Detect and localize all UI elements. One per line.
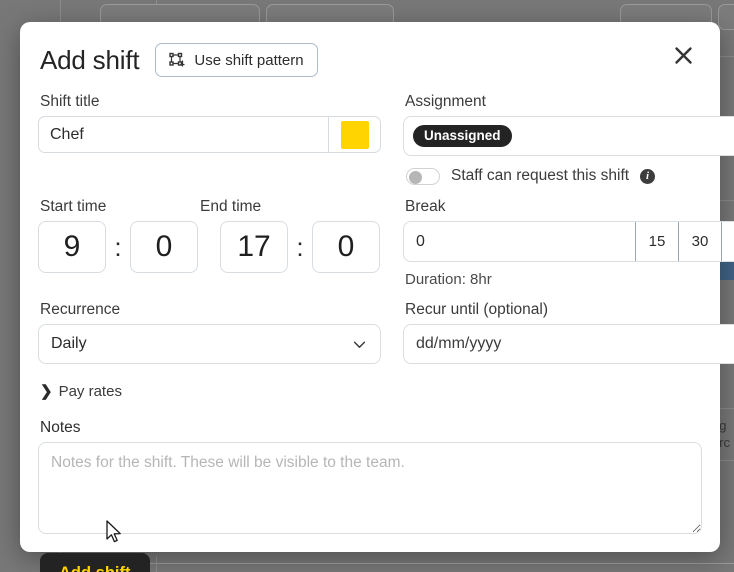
break-preset-60[interactable]: 60 (721, 222, 734, 261)
break-meta-row: Duration: 8hr Sub break: 8hr (403, 271, 734, 288)
toggle-knob (409, 171, 422, 184)
add-shift-dialog: Add shift Use shift pattern (20, 22, 720, 552)
duration-text: Duration: 8hr (405, 271, 492, 288)
form-grid: Shift title Assignment Unassigned (38, 80, 702, 401)
assignment-select[interactable]: Unassigned (403, 116, 734, 156)
pay-rates-toggle[interactable]: ❯ Pay rates (38, 382, 122, 400)
end-minute-box[interactable] (312, 221, 380, 273)
close-button[interactable] (664, 38, 702, 76)
end-hour-box[interactable] (220, 221, 288, 273)
shift-title-group: Shift title (38, 80, 381, 185)
chevron-down-icon (351, 336, 368, 353)
add-shift-button[interactable]: Add shift (40, 553, 150, 572)
recurrence-value: Daily (51, 335, 87, 353)
end-time-label: End time (200, 198, 261, 216)
recur-until-group: Recur until (optional) dd/mm/yyyy (403, 288, 734, 401)
use-shift-pattern-button[interactable]: Use shift pattern (155, 43, 317, 77)
shift-pattern-icon (169, 52, 186, 69)
recurrence-select[interactable]: Daily (38, 324, 381, 364)
recur-until-field[interactable]: dd/mm/yyyy (403, 324, 734, 364)
recurrence-label: Recurrence (40, 301, 381, 319)
use-shift-pattern-label: Use shift pattern (194, 52, 303, 69)
end-time-separator: : (288, 232, 312, 263)
dialog-header: Add shift Use shift pattern (38, 40, 702, 80)
info-icon[interactable]: i (640, 169, 655, 184)
recur-until-label: Recur until (optional) (405, 301, 734, 319)
shift-title-input[interactable] (39, 117, 328, 152)
start-hour-box[interactable] (38, 221, 106, 273)
break-input-group: 15 30 60 minutes (403, 221, 734, 262)
assignment-pill: Unassigned (413, 125, 512, 148)
end-hour-input[interactable] (221, 222, 287, 272)
start-time-label: Start time (40, 198, 198, 216)
page-title: Add shift (40, 45, 139, 76)
start-minute-box[interactable] (130, 221, 198, 273)
notes-label: Notes (40, 419, 702, 437)
break-minutes-input[interactable] (404, 222, 635, 261)
notes-textarea[interactable] (38, 442, 702, 534)
start-minute-input[interactable] (131, 222, 197, 272)
shift-title-label: Shift title (40, 93, 381, 111)
break-label: Break (405, 198, 734, 216)
bg-toolbar-card (718, 4, 734, 30)
assignment-group: Assignment Unassigned Staff can request … (403, 80, 734, 185)
shift-color-picker[interactable] (328, 117, 380, 152)
time-group: Start time End time : : (38, 185, 381, 288)
start-hour-input[interactable] (39, 222, 105, 272)
end-minute-input[interactable] (313, 222, 379, 272)
staff-can-request-label: Staff can request this shift (451, 167, 629, 185)
break-preset-15[interactable]: 15 (635, 222, 678, 261)
break-preset-30[interactable]: 30 (678, 222, 721, 261)
recurrence-group: Recurrence Daily ❯ Pay rates (38, 288, 381, 401)
pay-rates-label: Pay rates (59, 383, 122, 400)
shift-title-field (38, 116, 381, 153)
time-inputs: : : (38, 221, 381, 273)
break-group-wrap: Break 15 30 60 minutes Duration: 8hr Sub… (403, 185, 734, 288)
start-time-separator: : (106, 232, 130, 263)
assignment-label: Assignment (405, 93, 734, 111)
close-icon (673, 45, 694, 69)
staff-request-toggle-row: Staff can request this shift i (403, 167, 734, 185)
chevron-right-icon: ❯ (40, 382, 53, 400)
staff-can-request-toggle[interactable] (406, 168, 440, 185)
shift-color-swatch (341, 121, 369, 149)
recur-until-placeholder: dd/mm/yyyy (416, 335, 501, 353)
